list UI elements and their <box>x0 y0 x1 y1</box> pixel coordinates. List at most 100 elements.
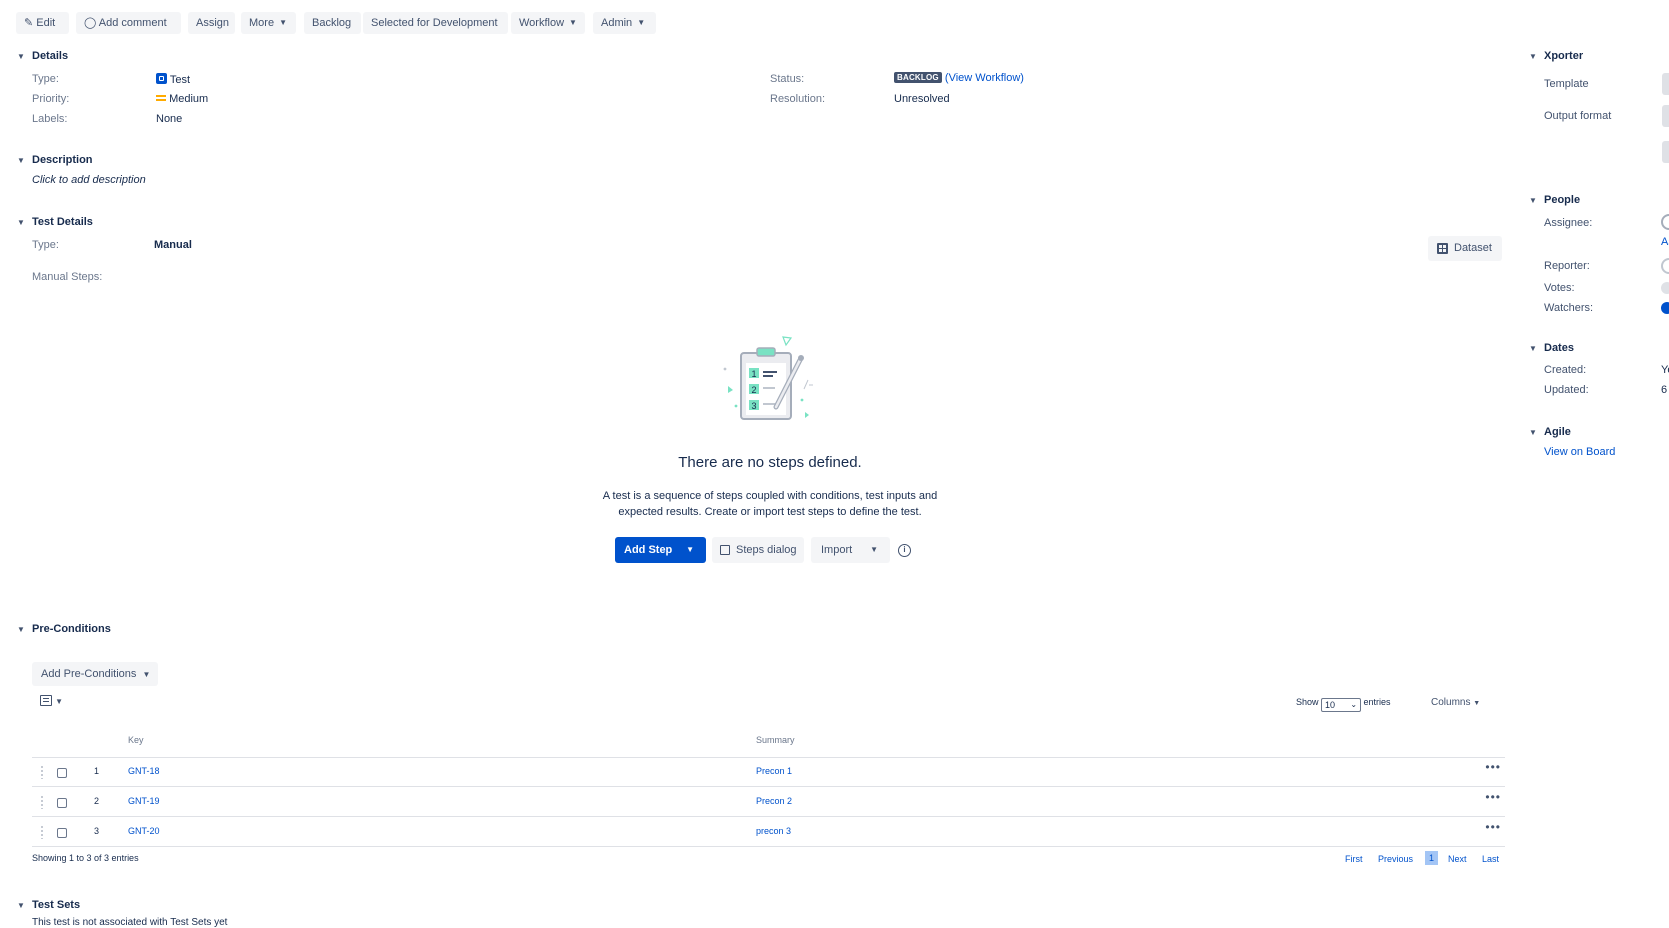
pager-last[interactable]: Last <box>1482 854 1499 864</box>
pager-next[interactable]: Next <box>1448 854 1467 864</box>
summary-link[interactable]: precon 3 <box>756 826 791 836</box>
description-field[interactable]: Click to add description <box>32 174 146 186</box>
add-comment-button[interactable]: ◯ Add comment <box>76 12 181 34</box>
description-header[interactable]: ▼ Description <box>17 154 93 166</box>
votes-label: Votes: <box>1544 282 1575 294</box>
chevron-down-icon: ▼ <box>17 52 25 61</box>
xporter-header[interactable]: ▼ Xporter <box>1529 50 1583 62</box>
assignee-avatar <box>1661 214 1669 230</box>
more-button[interactable]: More ▼ <box>241 12 296 34</box>
assign-button[interactable]: Assign <box>188 12 235 34</box>
labels-value[interactable]: None <box>156 113 182 125</box>
step-number-2: 2 <box>752 385 757 395</box>
drag-handle-icon[interactable] <box>40 765 44 779</box>
test-type-value: Manual <box>154 239 192 251</box>
issue-key-link[interactable]: GNT-19 <box>128 796 160 806</box>
more-actions-icon[interactable]: ••• <box>1485 760 1501 774</box>
assign-to-me-link[interactable]: As <box>1661 236 1669 248</box>
agile-header[interactable]: ▼ Agile <box>1529 426 1571 438</box>
steps-dialog-button[interactable]: Steps dialog <box>712 537 804 563</box>
created-label: Created: <box>1544 364 1587 376</box>
chevron-down-icon: ▼ <box>17 901 25 910</box>
preconditions-header[interactable]: ▼ Pre-Conditions <box>17 623 111 635</box>
columns-button[interactable]: Columns ▼ <box>1431 697 1480 708</box>
export-button[interactable] <box>1662 141 1669 163</box>
status-value: BACKLOG (View Workflow) <box>894 72 1024 84</box>
row-checkbox[interactable] <box>57 798 67 808</box>
drag-handle-icon[interactable] <box>40 825 44 839</box>
entries-select[interactable]: 10 ⌄ <box>1321 698 1362 712</box>
table-icon <box>1437 243 1448 254</box>
view-on-board-link[interactable]: View on Board <box>1544 446 1615 458</box>
chevron-down-icon: ▼ <box>569 18 577 27</box>
priority-value: Medium <box>156 93 208 105</box>
manual-steps-label: Manual Steps: <box>32 271 103 283</box>
info-icon[interactable]: i <box>898 544 911 557</box>
pager-first[interactable]: First <box>1345 854 1363 864</box>
more-actions-icon[interactable]: ••• <box>1485 820 1501 834</box>
status-badge: BACKLOG <box>894 72 942 83</box>
step-number-3: 3 <box>752 401 757 411</box>
people-header[interactable]: ▼ People <box>1529 194 1580 206</box>
template-select[interactable] <box>1662 73 1669 95</box>
reporter-avatar <box>1661 258 1669 274</box>
column-header-key[interactable]: Key <box>128 735 144 745</box>
more-actions-icon[interactable]: ••• <box>1485 790 1501 804</box>
updated-value: 6 <box>1661 384 1668 396</box>
add-step-button[interactable]: Add Step ▼ <box>615 537 706 563</box>
pager-current-page[interactable]: 1 <box>1425 851 1439 865</box>
dataset-button[interactable]: Dataset <box>1428 236 1502 261</box>
chevron-down-icon: ▼ <box>17 156 25 165</box>
empty-steps-illustration: 1 2 3 <box>723 336 813 420</box>
priority-label: Priority: <box>32 93 70 105</box>
type-value: Test <box>156 73 190 86</box>
table-info: Showing 1 to 3 of 3 entries <box>32 853 139 863</box>
reporter-label: Reporter: <box>1544 260 1590 272</box>
issue-key-link[interactable]: GNT-20 <box>128 826 160 836</box>
row-actions-menu[interactable]: ▼ <box>40 695 63 709</box>
issue-key-link[interactable]: GNT-18 <box>128 766 160 776</box>
output-format-select[interactable] <box>1662 105 1669 127</box>
details-header[interactable]: ▼ Details <box>17 50 68 62</box>
test-details-header[interactable]: ▼ Test Details <box>17 216 93 228</box>
dates-header[interactable]: ▼ Dates <box>1529 342 1574 354</box>
backlog-button[interactable]: Backlog <box>304 12 361 34</box>
selected-for-development-button[interactable]: Selected for Development <box>363 12 508 34</box>
list-icon <box>40 695 52 706</box>
table-row: 3 GNT-20 precon 3 ••• <box>32 818 1505 847</box>
chevron-down-icon: ▼ <box>870 545 878 554</box>
empty-steps-title: There are no steps defined. <box>678 454 862 471</box>
summary-link[interactable]: Precon 1 <box>756 766 792 776</box>
watchers-label: Watchers: <box>1544 302 1594 314</box>
import-button[interactable]: Import ▼ <box>811 537 890 563</box>
assignee-label: Assignee: <box>1544 217 1593 229</box>
template-label: Template <box>1544 78 1589 90</box>
empty-steps-description: A test is a sequence of steps coupled wi… <box>602 490 938 518</box>
chevron-down-icon: ▼ <box>1529 196 1537 205</box>
edit-button[interactable]: ✎ Edit <box>16 12 69 34</box>
admin-button[interactable]: Admin ▼ <box>593 12 656 34</box>
add-preconditions-button[interactable]: Add Pre-Conditions ▼ <box>32 662 158 686</box>
test-sets-header[interactable]: ▼ Test Sets <box>17 899 80 911</box>
summary-link[interactable]: Precon 2 <box>756 796 792 806</box>
pager-previous[interactable]: Previous <box>1378 854 1413 864</box>
chevron-down-icon: ▼ <box>1529 428 1537 437</box>
chevron-down-icon: ▼ <box>1529 344 1537 353</box>
drag-handle-icon[interactable] <box>40 795 44 809</box>
created-value: Ye <box>1661 364 1669 376</box>
view-workflow-link[interactable]: (View Workflow) <box>945 72 1024 84</box>
test-type-icon <box>156 73 167 84</box>
column-header-summary[interactable]: Summary <box>756 735 795 745</box>
chevron-down-icon[interactable]: ▼ <box>686 537 694 563</box>
priority-medium-icon <box>156 95 166 101</box>
votes-badge[interactable] <box>1661 282 1669 294</box>
chevron-down-icon: ▼ <box>1529 52 1537 61</box>
chevron-down-icon: ▼ <box>279 18 287 27</box>
table-row: 2 GNT-19 Precon 2 ••• <box>32 788 1505 817</box>
workflow-button[interactable]: Workflow ▼ <box>511 12 585 34</box>
row-checkbox[interactable] <box>57 828 67 838</box>
row-checkbox[interactable] <box>57 768 67 778</box>
watchers-badge[interactable] <box>1661 302 1669 314</box>
chevron-down-icon: ▼ <box>142 670 151 679</box>
updated-label: Updated: <box>1544 384 1589 396</box>
